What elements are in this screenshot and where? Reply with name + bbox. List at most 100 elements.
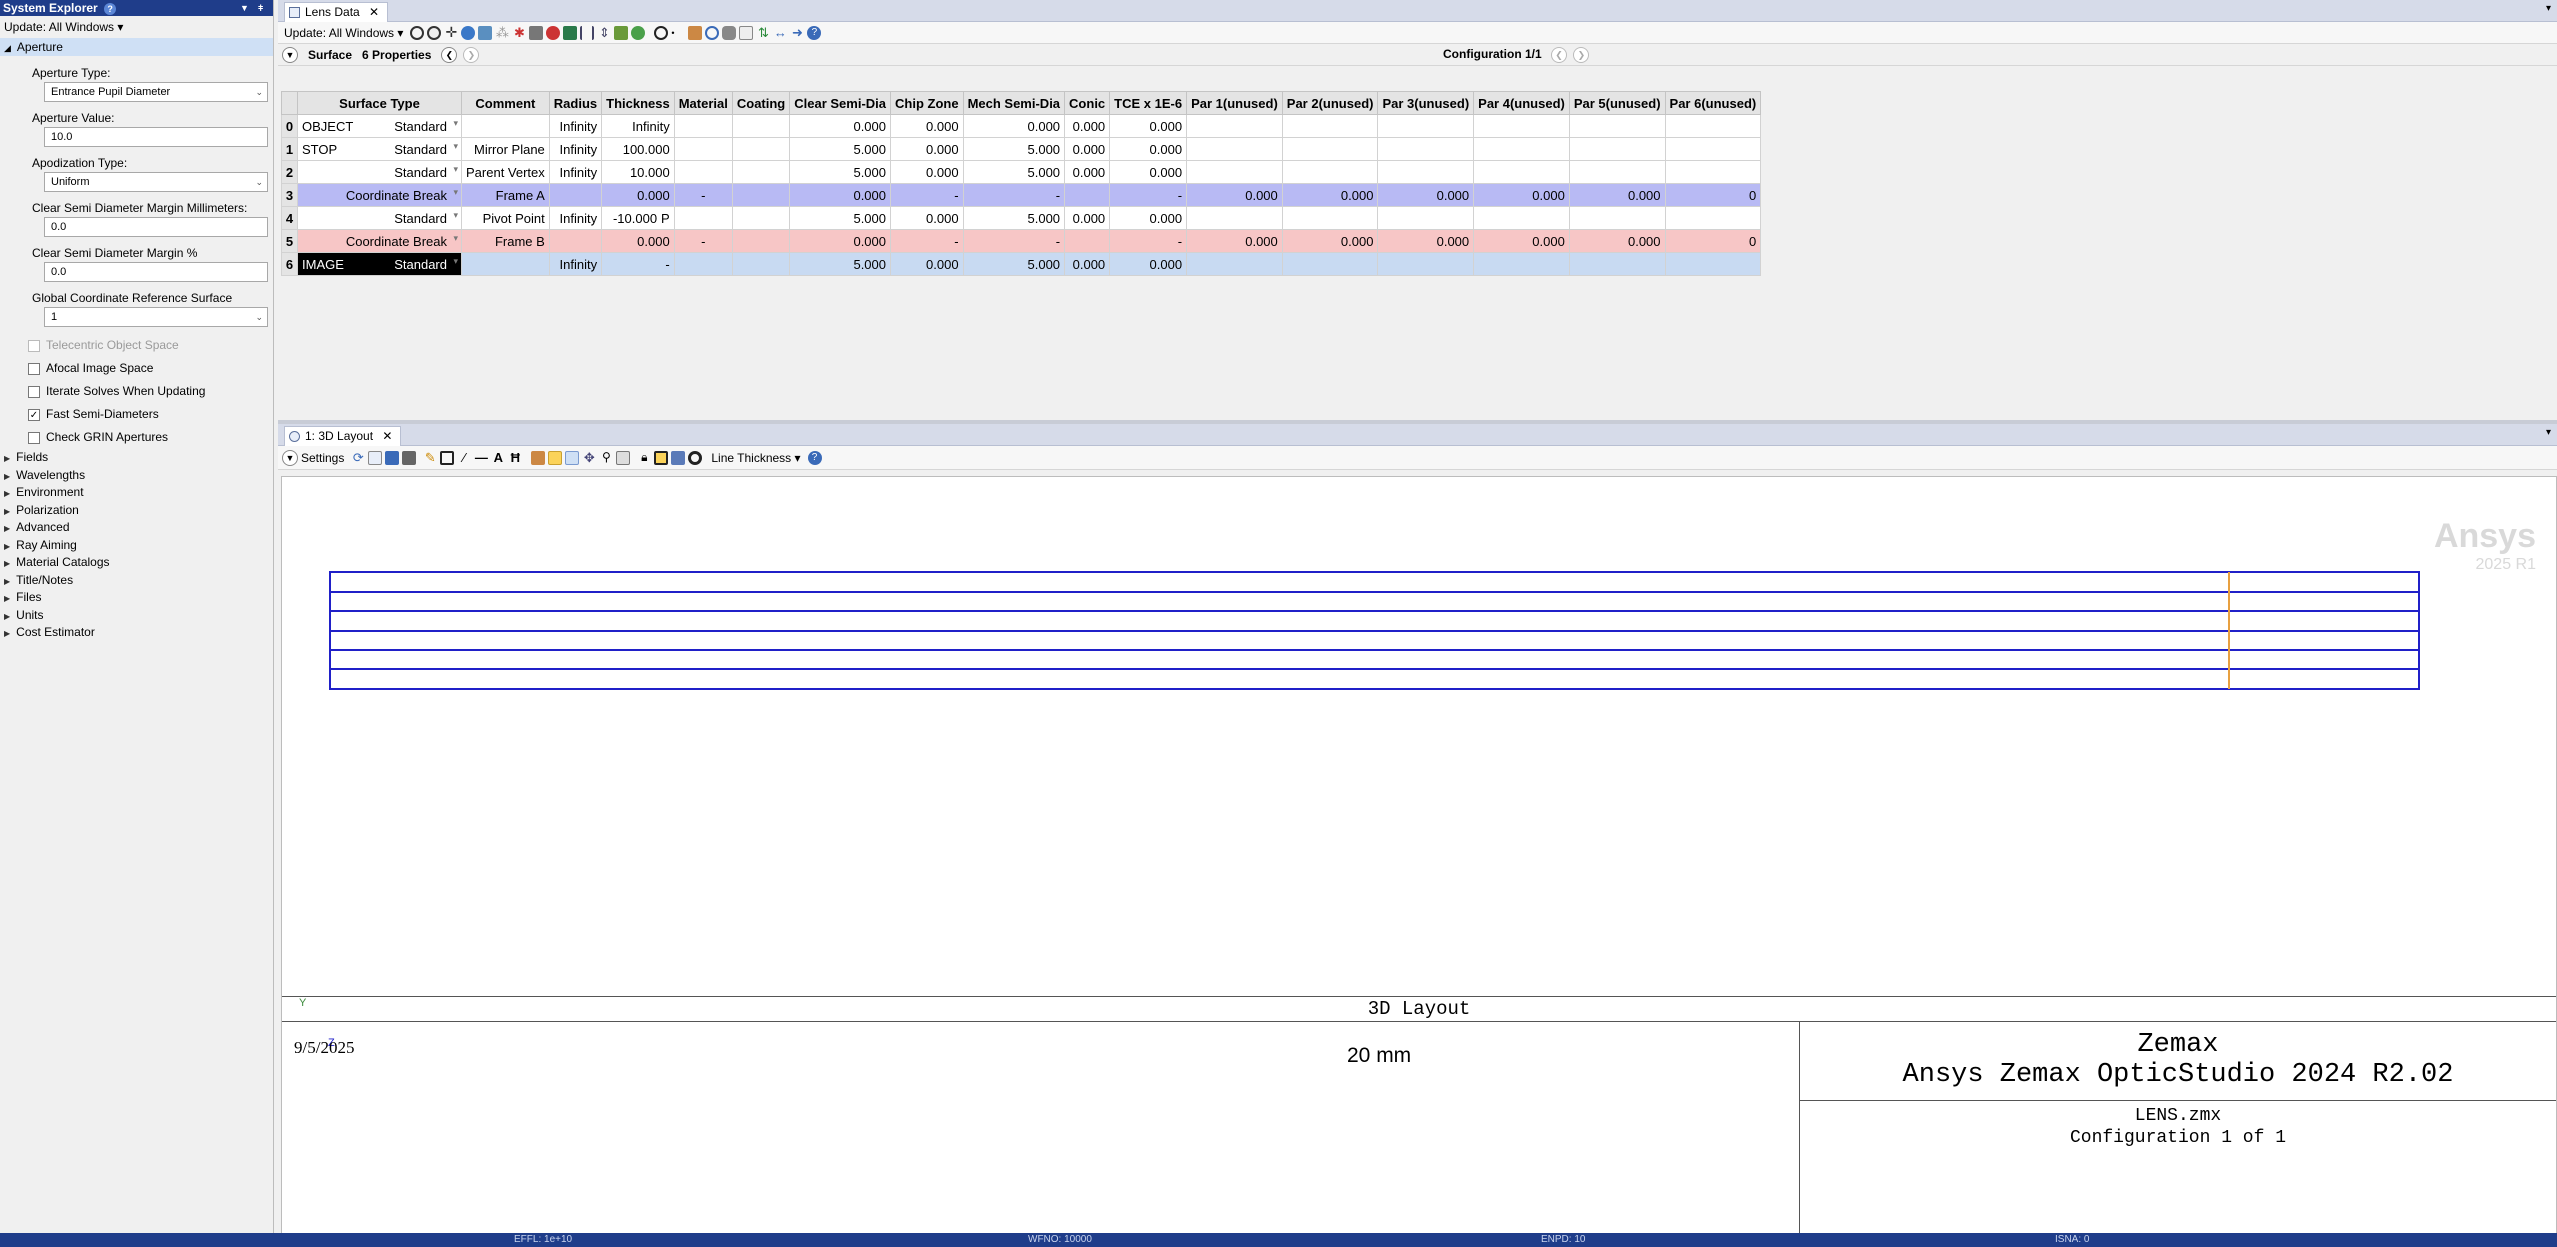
surface-type-cell[interactable]: IMAGE Standard bbox=[297, 252, 462, 276]
scatter-icon[interactable]: ⁂ bbox=[495, 26, 509, 40]
chart-icon[interactable] bbox=[478, 25, 493, 40]
cell-p5[interactable] bbox=[1568, 252, 1666, 276]
table-row[interactable]: 0OBJECT Standard Infinity Infinity 0.000 0.00… bbox=[281, 114, 1762, 138]
cell-radius[interactable]: Infinity bbox=[548, 114, 603, 138]
update-all-icon[interactable] bbox=[427, 25, 442, 40]
checkbox[interactable] bbox=[28, 431, 40, 444]
table-row[interactable]: 5 Coordinate Break Frame B 0.000 - 0.000 - - - 0.… bbox=[281, 229, 1762, 253]
tool-icon[interactable] bbox=[563, 25, 578, 40]
cell-msd[interactable]: - bbox=[962, 229, 1066, 253]
cell-coating[interactable] bbox=[731, 114, 791, 138]
update-dropdown[interactable]: Update: All Windows ▾ bbox=[284, 26, 403, 40]
cell-p5[interactable]: 0.000 bbox=[1568, 183, 1666, 207]
cell-p4[interactable] bbox=[1473, 252, 1570, 276]
cell-conic[interactable]: 0.000 bbox=[1064, 137, 1111, 161]
cell-thickness[interactable]: 0.000 bbox=[601, 183, 675, 207]
settings-button[interactable]: Settings bbox=[301, 451, 344, 465]
cell-p6[interactable] bbox=[1664, 137, 1762, 161]
fit-icon[interactable] bbox=[654, 450, 669, 465]
cell-p2[interactable] bbox=[1281, 252, 1379, 276]
row-number[interactable]: 5 bbox=[281, 229, 298, 253]
cell-comment[interactable]: Frame B bbox=[461, 229, 550, 253]
column-header[interactable]: Clear Semi-Dia bbox=[789, 91, 892, 115]
update-icon[interactable] bbox=[410, 25, 425, 40]
tree-item[interactable]: ▶ Units bbox=[0, 607, 273, 625]
cell-tce[interactable]: 0.000 bbox=[1109, 114, 1188, 138]
cell-thickness[interactable]: - bbox=[601, 252, 675, 276]
cell-p6[interactable] bbox=[1664, 206, 1762, 230]
cell-csd[interactable]: 5.000 bbox=[789, 206, 892, 230]
cell-tce[interactable]: 0.000 bbox=[1109, 252, 1188, 276]
column-header[interactable]: Thickness bbox=[601, 91, 675, 115]
gear-icon[interactable] bbox=[631, 25, 646, 40]
cell-coating[interactable] bbox=[731, 160, 791, 184]
cell-p1[interactable] bbox=[1186, 252, 1283, 276]
cell-tce[interactable]: 0.000 bbox=[1109, 160, 1188, 184]
cell-chip[interactable]: - bbox=[890, 183, 964, 207]
copy-icon[interactable] bbox=[368, 450, 383, 465]
close-icon[interactable]: ✕ bbox=[369, 5, 379, 19]
cell-conic[interactable]: 0.000 bbox=[1064, 252, 1111, 276]
cell-p5[interactable] bbox=[1568, 137, 1666, 161]
surface-type-cell[interactable]: STOP Standard bbox=[297, 137, 462, 161]
cell-coating[interactable] bbox=[731, 229, 791, 253]
cell-coating[interactable] bbox=[731, 206, 791, 230]
help-icon[interactable]: ? bbox=[807, 25, 822, 40]
cell-p1[interactable] bbox=[1186, 160, 1283, 184]
cell-p3[interactable] bbox=[1377, 252, 1475, 276]
row-number[interactable]: 1 bbox=[281, 137, 298, 161]
cell-p5[interactable] bbox=[1568, 206, 1666, 230]
swap-icon[interactable]: ⇅ bbox=[756, 26, 770, 40]
globe-icon[interactable] bbox=[461, 25, 476, 40]
cell-msd[interactable]: 5.000 bbox=[962, 160, 1066, 184]
window-menu-icon[interactable]: ▾ bbox=[2546, 427, 2551, 438]
close-icon[interactable]: ✕ bbox=[382, 429, 392, 443]
window-menu-icon[interactable]: ▾ bbox=[2546, 3, 2551, 14]
cell-tce[interactable]: - bbox=[1109, 183, 1188, 207]
cell-p5[interactable] bbox=[1568, 114, 1666, 138]
cell-csd[interactable]: 0.000 bbox=[789, 229, 892, 253]
column-header[interactable]: Material bbox=[673, 91, 733, 115]
table-row[interactable]: 4StandardPivot PointInfinity-10.000P5.00… bbox=[281, 206, 1762, 230]
cell-conic[interactable]: 0.000 bbox=[1064, 160, 1111, 184]
tree-item[interactable]: ▶ Files bbox=[0, 589, 273, 607]
circle-icon[interactable] bbox=[654, 25, 669, 40]
cell-radius[interactable]: Infinity bbox=[548, 137, 603, 161]
cell-thickness[interactable]: 10.000 bbox=[601, 160, 675, 184]
cell-radius[interactable]: Infinity bbox=[548, 160, 603, 184]
chevron-down-icon[interactable]: • bbox=[671, 26, 685, 40]
target-icon[interactable] bbox=[546, 25, 561, 40]
line-thickness-dropdown[interactable]: Line Thickness ▾ bbox=[711, 451, 800, 465]
cell-p4[interactable]: 0.000 bbox=[1473, 229, 1570, 253]
insert-icon[interactable]: ✛ bbox=[444, 25, 458, 40]
field-input[interactable]: 0.0 bbox=[44, 217, 268, 237]
table-row[interactable]: 1STOP Standard Mirror Plane Infinity 100.000… bbox=[281, 137, 1762, 161]
cell-p4[interactable] bbox=[1473, 114, 1570, 138]
surface-type-cell[interactable]: Standard bbox=[297, 160, 462, 184]
cell-p2[interactable]: 0.000 bbox=[1281, 183, 1379, 207]
refresh-icon[interactable]: ⟳ bbox=[351, 451, 365, 465]
view-icon[interactable] bbox=[565, 450, 580, 465]
cell-thickness[interactable]: -10.000 P bbox=[601, 206, 675, 230]
cell-coating[interactable] bbox=[731, 183, 791, 207]
cell-material[interactable] bbox=[673, 160, 733, 184]
explorer-update-dropdown[interactable]: Update: All Windows ▾ bbox=[0, 16, 273, 38]
cell-p6[interactable] bbox=[1664, 252, 1762, 276]
cell-p4[interactable] bbox=[1473, 137, 1570, 161]
tab-lens-data[interactable]: Lens Data ✕ bbox=[284, 2, 389, 22]
cell-material[interactable] bbox=[673, 114, 733, 138]
settings-toggle-icon[interactable]: ▼ bbox=[282, 449, 298, 466]
tree-item[interactable]: ▶ Fields bbox=[0, 449, 273, 467]
cell-csd[interactable]: 0.000 bbox=[789, 183, 892, 207]
record-icon[interactable] bbox=[688, 450, 703, 465]
table-row[interactable]: 6IMAGE Standard Infinity - 5.000 0.000 5.000 0.… bbox=[281, 252, 1762, 276]
cell-p2[interactable] bbox=[1281, 206, 1379, 230]
cell-tce[interactable]: - bbox=[1109, 229, 1188, 253]
column-header[interactable]: Radius bbox=[548, 91, 603, 115]
cell-tce[interactable]: 0.000 bbox=[1109, 137, 1188, 161]
wand-icon[interactable]: ✱ bbox=[512, 26, 526, 40]
column-header[interactable]: Par 6(unused) bbox=[1664, 91, 1762, 115]
print-icon[interactable] bbox=[402, 450, 417, 465]
camera-icon[interactable] bbox=[616, 450, 631, 465]
checkbox-row[interactable]: Iterate Solves When Updating bbox=[28, 380, 273, 403]
